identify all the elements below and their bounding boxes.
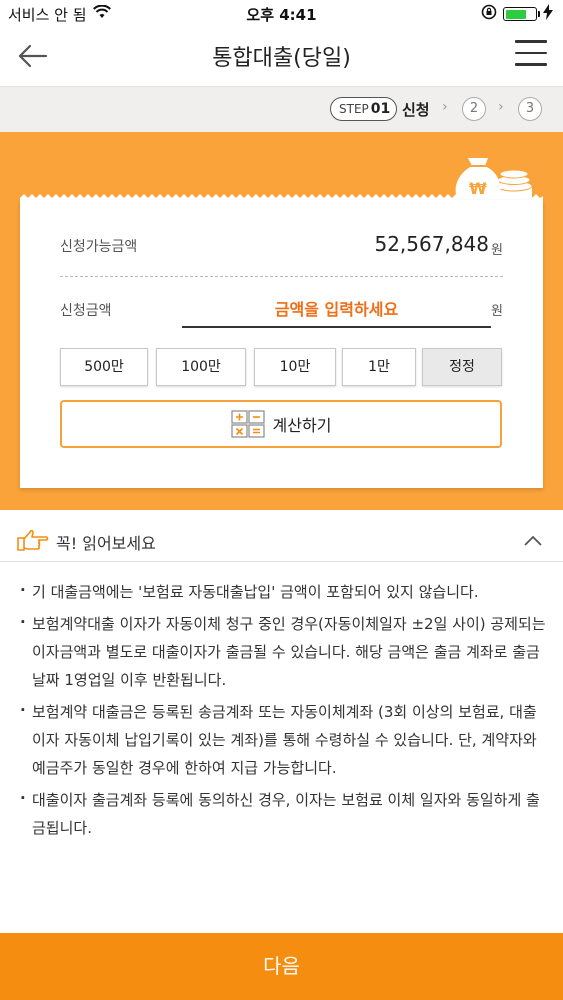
step-2-circle: 2: [462, 97, 486, 121]
reset-amount-button[interactable]: 정정: [422, 348, 502, 386]
step-prefix: STEP: [339, 102, 369, 116]
step-number: 01: [370, 101, 391, 117]
notice-item: 보험계약대출 이자가 자동이체 청구 중인 경우(자동이체일자 ±2일 사이) …: [20, 608, 550, 694]
notice-header[interactable]: 꼭! 읽어보세요: [0, 518, 563, 562]
add-100-thousand-button[interactable]: 10만: [254, 348, 336, 386]
status-bar: 서비스 안 됨 오후 4:41: [0, 0, 563, 26]
battery-icon: [503, 7, 540, 21]
loan-application-card: 신청가능금액 52,567,848 원 신청금액 금액을 입력하세요 원 500…: [20, 200, 543, 488]
page-title: 통합대출(당일): [212, 46, 351, 71]
pointing-hand-icon: [16, 528, 50, 552]
add-1-million-button[interactable]: 100만: [156, 348, 246, 386]
hamburger-menu-icon[interactable]: [515, 40, 547, 70]
next-button[interactable]: 다음: [0, 933, 563, 1000]
available-amount-label: 신청가능금액: [60, 239, 138, 255]
available-amount-row: 신청가능금액 52,567,848 원: [60, 230, 503, 264]
current-step-label: 신청: [402, 101, 430, 119]
calculate-label: 계산하기: [272, 416, 332, 435]
amount-button-group: 500만 100만 10만 1만 정정: [60, 348, 502, 386]
notice-title: 꼭! 읽어보세요: [56, 534, 156, 553]
apply-amount-unit: 원: [491, 304, 503, 319]
chevron-up-icon[interactable]: [523, 532, 543, 546]
calculator-icon: [230, 410, 265, 438]
step-3-circle: 3: [518, 97, 542, 121]
step-indicator: STEP 01 신청 › 2 › 3: [0, 86, 563, 132]
apply-amount-input[interactable]: 금액을 입력하세요: [182, 292, 491, 328]
current-step-badge: STEP 01: [330, 97, 398, 121]
apply-amount-row: 신청금액 금액을 입력하세요 원: [60, 292, 503, 328]
available-amount-unit: 원: [491, 243, 503, 258]
available-amount-value: 52,567,848: [374, 232, 489, 256]
add-5-million-button[interactable]: 500만: [60, 348, 148, 386]
lock-rotation-icon: [481, 4, 497, 24]
add-10-thousand-button[interactable]: 1만: [342, 348, 416, 386]
step-arrow-icon: ›: [442, 99, 448, 115]
apply-amount-label: 신청금액: [60, 303, 112, 319]
charging-icon: [543, 4, 553, 24]
notice-item: 대출이자 출금계좌 등록에 동의하신 경우, 이자는 보험료 이체 일자와 동일…: [20, 784, 550, 842]
clock: 오후 4:41: [246, 6, 317, 24]
app-header: 통합대출(당일): [0, 26, 563, 86]
notice-item: 보험계약 대출금은 등록된 송금계좌 또는 자동이체계좌 (3회 이상의 보험료…: [20, 696, 550, 782]
step-arrow-icon: ›: [498, 99, 504, 115]
notice-item: 기 대출금액에는 '보험료 자동대출납입' 금액이 포함되어 있지 않습니다.: [20, 576, 550, 606]
notice-list: 기 대출금액에는 '보험료 자동대출납입' 금액이 포함되어 있지 않습니다. …: [20, 576, 550, 846]
divider: [60, 276, 503, 277]
calculate-button[interactable]: 계산하기: [60, 400, 502, 448]
